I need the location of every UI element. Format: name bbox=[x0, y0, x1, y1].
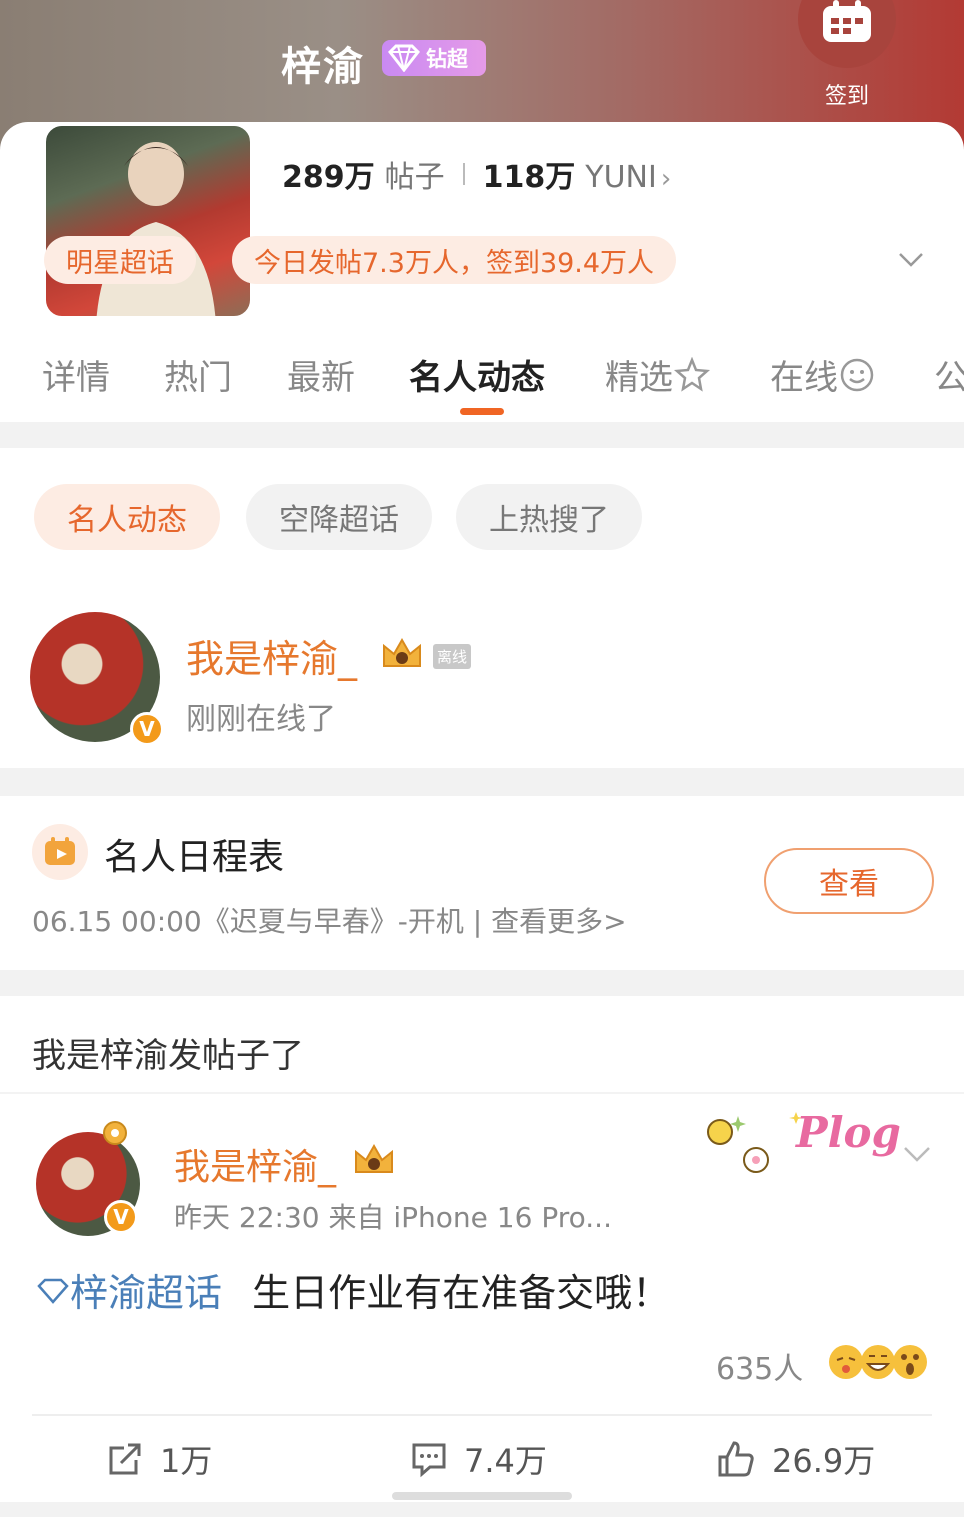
checkin-button[interactable] bbox=[798, 0, 896, 68]
schedule-card: 名人日程表 06.15 00:00《迟夏与早春》-开机 | 查看更多> 查看 bbox=[0, 796, 964, 970]
diamond-icon bbox=[382, 40, 426, 76]
divider bbox=[32, 1414, 932, 1416]
cover-image bbox=[42, 122, 254, 320]
plog-sticker: Plog bbox=[698, 1102, 901, 1186]
chevron-down-icon[interactable] bbox=[896, 244, 926, 274]
diamond-icon bbox=[37, 1278, 69, 1304]
post-verified-badge: V bbox=[104, 1200, 138, 1234]
tier-label: 钻超 bbox=[426, 47, 468, 71]
tab-details[interactable]: 详情 bbox=[42, 350, 110, 399]
tab-bar: 详情 热门 最新 名人动态 精选 在线 公 bbox=[0, 350, 964, 422]
schedule-icon bbox=[32, 824, 88, 880]
topic-label: 梓渝超话 bbox=[70, 1271, 223, 1315]
calendar-icon bbox=[821, 0, 873, 48]
schedule-title: 名人日程表 bbox=[104, 837, 285, 878]
tab-online-label: 在线 bbox=[770, 358, 838, 398]
reactions-count[interactable]: 635人 bbox=[716, 1344, 803, 1388]
smiley-icon bbox=[840, 358, 874, 392]
post-meta: 昨天 22:30 来自 iPhone 16 Pro... bbox=[174, 1201, 612, 1234]
activity-pill[interactable]: 今日发帖7.3万人，签到39.4万人 bbox=[232, 236, 677, 284]
fans-count: 118万 bbox=[482, 160, 576, 195]
stats-divider bbox=[462, 163, 465, 185]
fans-unit: YUNI bbox=[585, 160, 657, 195]
filter-trending[interactable]: 上热搜了 bbox=[456, 484, 642, 550]
schedule-detail[interactable]: 06.15 00:00《迟夏与早春》-开机 | 查看更多> bbox=[32, 900, 627, 940]
checkin-label[interactable]: 签到 bbox=[798, 78, 896, 110]
thumbs-up-icon bbox=[718, 1441, 754, 1477]
repost-count: 1万 bbox=[160, 1442, 213, 1480]
repost-button[interactable]: 1万 bbox=[106, 1436, 212, 1482]
post-content: 梓渝超话 生日作业有在准备交哦！ bbox=[36, 1262, 670, 1317]
share-icon bbox=[109, 1443, 141, 1475]
home-indicator bbox=[392, 1492, 572, 1500]
comment-button[interactable]: 7.4万 bbox=[410, 1436, 547, 1482]
verified-badge: V bbox=[130, 712, 164, 746]
posts-count: 289万 bbox=[282, 160, 375, 195]
filter-celebrity-updates[interactable]: 名人动态 bbox=[34, 484, 220, 550]
tab-featured[interactable]: 精选 bbox=[605, 350, 711, 399]
chevron-down-icon[interactable] bbox=[902, 1142, 932, 1170]
celebrity-section: 名人动态 空降超话 上热搜了 V 我是梓渝_ 离线 刚刚在线了 bbox=[0, 448, 964, 768]
tab-latest[interactable]: 最新 bbox=[287, 350, 355, 399]
online-status: 刚刚在线了 bbox=[186, 702, 336, 737]
tab-indicator bbox=[460, 408, 504, 415]
stats-row[interactable]: 289万 帖子 118万 YUNI › bbox=[282, 152, 671, 196]
tab-featured-label: 精选 bbox=[605, 358, 673, 398]
post-actions: 1万 7.4万 26.9万 bbox=[0, 1418, 964, 1498]
page-title: 梓渝 bbox=[281, 44, 365, 90]
filter-airdrop[interactable]: 空降超话 bbox=[246, 484, 432, 550]
view-schedule-button[interactable]: 查看 bbox=[764, 848, 934, 914]
tab-online[interactable]: 在线 bbox=[770, 350, 876, 399]
offline-tag: 离线 bbox=[433, 644, 472, 669]
crown-icon bbox=[380, 636, 424, 676]
like-button[interactable]: 26.9万 bbox=[716, 1436, 875, 1482]
crown-icon bbox=[352, 1142, 396, 1182]
comment-icon bbox=[412, 1443, 446, 1478]
category-pill[interactable]: 明星超话 bbox=[44, 236, 196, 284]
avatar-pendant-icon bbox=[98, 1118, 132, 1152]
posts-unit: 帖子 bbox=[384, 160, 445, 195]
feed-header: 我是梓渝发帖子了 bbox=[32, 1036, 304, 1076]
tier-badge[interactable]: 钻超 bbox=[382, 40, 486, 76]
comment-count: 7.4万 bbox=[464, 1442, 547, 1480]
tab-announcement[interactable]: 公 bbox=[934, 350, 964, 399]
tab-hot[interactable]: 热门 bbox=[164, 350, 232, 399]
post-text: 生日作业有在准备交哦！ bbox=[252, 1271, 671, 1315]
sticker-label: Plog bbox=[796, 1108, 901, 1157]
divider bbox=[0, 1092, 964, 1094]
like-count: 26.9万 bbox=[772, 1442, 876, 1480]
topic-link[interactable]: 梓渝超话 bbox=[36, 1271, 222, 1315]
chevron-right-icon: › bbox=[660, 164, 672, 194]
star-icon bbox=[673, 356, 711, 392]
celebrity-name[interactable]: 我是梓渝_ bbox=[186, 628, 357, 683]
emoji-reactions-icon[interactable] bbox=[826, 1342, 930, 1386]
tab-celebrity-updates[interactable]: 名人动态 bbox=[409, 350, 545, 399]
post-author[interactable]: 我是梓渝_ bbox=[174, 1138, 336, 1190]
